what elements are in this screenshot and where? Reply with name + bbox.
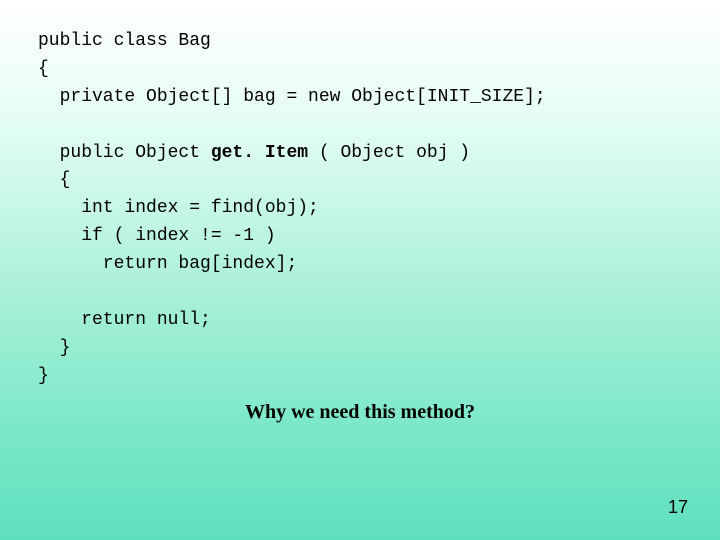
code-line: return bag[index]; bbox=[38, 254, 297, 274]
method-name-bold: get. Item bbox=[211, 143, 308, 163]
code-line: int index = find(obj); bbox=[38, 198, 319, 218]
code-line: if ( index != -1 ) bbox=[38, 226, 276, 246]
code-line: ( Object obj ) bbox=[308, 143, 470, 163]
code-line: } bbox=[38, 366, 49, 386]
code-line: { bbox=[38, 59, 49, 79]
code-line: return null; bbox=[38, 310, 211, 330]
code-line: private Object[] bag = new Object[INIT_S… bbox=[38, 87, 546, 107]
code-line: public Object bbox=[38, 143, 211, 163]
code-line: { bbox=[38, 170, 70, 190]
code-line: public class Bag bbox=[38, 31, 211, 51]
code-block: public class Bag { private Object[] bag … bbox=[0, 0, 720, 391]
code-line: } bbox=[38, 338, 70, 358]
page-number: 17 bbox=[668, 497, 688, 518]
slide-question: Why we need this method? bbox=[0, 401, 720, 424]
